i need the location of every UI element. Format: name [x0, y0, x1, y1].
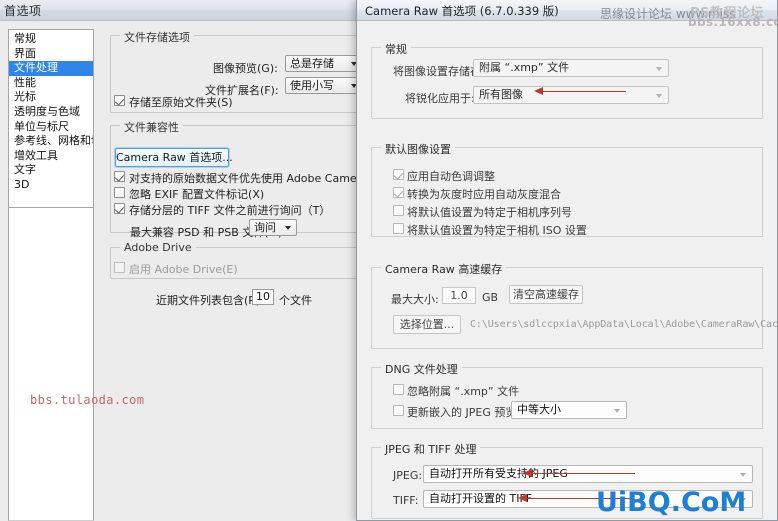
chevron-down-icon — [285, 226, 291, 230]
arrow-shaft — [525, 498, 630, 500]
auto-grayscale-mix-checkbox[interactable] — [393, 187, 404, 198]
max-compatibility-dropdown[interactable]: 询问 — [249, 219, 297, 236]
craw-dng-title: DNG 文件处理 — [381, 361, 462, 377]
jpeg-handling-label: JPEG: — [393, 469, 423, 482]
ignore-exif-checkbox[interactable] — [114, 187, 125, 198]
embedded-jpeg-size-dropdown[interactable]: 中等大小 — [511, 401, 627, 419]
ignore-sidecar-xmp-checkbox[interactable] — [393, 384, 404, 395]
file-compatibility-title: 文件兼容性 — [120, 119, 183, 135]
defaults-camera-iso-label: 将默认值设置为特定于相机 ISO 设置 — [407, 224, 587, 237]
cache-size-unit-label: GB — [482, 291, 499, 304]
embedded-jpeg-size-value: 中等大小 — [517, 403, 561, 416]
defaults-camera-serial-label: 将默认值设置为特定于相机序列号 — [407, 206, 572, 219]
craw-cache-group: Camera Raw 高速缓存 — [371, 261, 763, 349]
enable-adobe-drive-label: 启用 Adobe Drive(E) — [129, 263, 238, 276]
chevron-down-icon — [656, 67, 662, 71]
file-saving-options-title: 文件存储选项 — [120, 29, 194, 45]
enable-adobe-drive-checkbox[interactable] — [114, 262, 125, 273]
sidebar-item-guides-grid-slices[interactable]: 参考线、网格和切片 — [9, 134, 93, 149]
file-extension-dropdown[interactable]: 使用小写 — [285, 77, 363, 94]
sidebar-item-3d[interactable]: 3D — [9, 178, 93, 193]
preferences-sidebar-filler — [8, 208, 94, 521]
tiff-handling-label: TIFF: — [393, 494, 419, 507]
apply-sharpening-label: 将锐化应用于: — [405, 92, 475, 105]
camera-raw-preferences-dialog: Camera Raw 首选项 (6.7.0.339 版) 常规 将图像设置存储在… — [356, 0, 778, 521]
max-cache-size-input[interactable]: 1.0 — [442, 287, 476, 304]
camera-raw-titlebar: Camera Raw 首选项 (6.7.0.339 版) — [357, 0, 777, 21]
tiff-handling-value: 自动打开设置的 TIFF — [429, 492, 533, 505]
sidebar-item-transparency-gamut[interactable]: 透明度与色域 — [9, 105, 93, 120]
save-in-original-folder-label: 存储至原始文件夹(S) — [129, 96, 233, 109]
defaults-camera-iso-checkbox[interactable] — [393, 223, 404, 234]
max-compatibility-value: 询问 — [254, 221, 276, 234]
save-in-original-folder-checkbox[interactable] — [114, 95, 125, 106]
file-extension-value: 使用小写 — [290, 79, 334, 92]
camera-raw-body: 常规 将图像设置存储在: 附属 “.xmp” 文件 将锐化应用于: 所有图像 默… — [357, 21, 778, 520]
update-embedded-jpeg-checkbox[interactable] — [393, 405, 404, 416]
craw-cache-title: Camera Raw 高速缓存 — [381, 261, 507, 277]
sidebar-item-file-handling[interactable]: 文件处理 — [9, 61, 93, 76]
camera-raw-preferences-button[interactable]: Camera Raw 首选项... — [115, 148, 233, 167]
craw-general-title: 常规 — [381, 41, 411, 57]
annotation-arrow-sharpening — [534, 87, 626, 96]
image-preview-label: 图像预览(G): — [213, 62, 278, 75]
auto-grayscale-mix-label: 转换为灰度时应用自动灰度混合 — [407, 188, 561, 201]
preferences-category-list[interactable]: 常规 界面 文件处理 性能 光标 透明度与色域 单位与标尺 参考线、网格和切片 … — [8, 29, 94, 208]
sidebar-item-performance[interactable]: 性能 — [9, 76, 93, 91]
annotation-arrow-jpeg — [523, 469, 635, 478]
chevron-down-icon — [614, 409, 620, 413]
save-image-settings-dropdown[interactable]: 附属 “.xmp” 文件 — [473, 59, 669, 77]
chevron-down-icon — [656, 94, 662, 98]
craw-jpeg-tiff-title: JPEG 和 TIFF 处理 — [381, 441, 481, 457]
adobe-drive-title: Adobe Drive — [120, 241, 196, 254]
sidebar-item-plugins[interactable]: 增效工具 — [9, 149, 93, 164]
select-cache-location-button[interactable]: 选择位置... — [393, 315, 461, 334]
save-image-settings-value: 附属 “.xmp” 文件 — [479, 61, 570, 74]
apply-sharpening-value: 所有图像 — [479, 88, 523, 101]
auto-tone-label: 应用自动色调调整 — [407, 170, 495, 183]
camera-raw-dialog-title: Camera Raw 首选项 (6.7.0.339 版) — [365, 4, 559, 18]
sidebar-item-type[interactable]: 文字 — [9, 163, 93, 178]
sidebar-item-cursors[interactable]: 光标 — [9, 90, 93, 105]
chevron-down-icon — [740, 473, 746, 477]
preferences-title: 首选项 — [4, 4, 42, 18]
defaults-camera-serial-checkbox[interactable] — [393, 205, 404, 216]
save-image-settings-label: 将图像设置存储在: — [393, 65, 485, 78]
craw-default-image-settings-title: 默认图像设置 — [381, 141, 455, 157]
ignore-exif-label: 忽略 EXIF 配置文件标记(X) — [129, 188, 265, 201]
ask-before-saving-tiff-checkbox[interactable] — [114, 203, 125, 214]
image-preview-value: 总是存储 — [290, 57, 334, 70]
craw-jpeg-tiff-group: JPEG 和 TIFF 处理 — [371, 441, 763, 519]
image-preview-dropdown[interactable]: 总是存储 — [285, 55, 363, 72]
sidebar-item-units-rulers[interactable]: 单位与标尺 — [9, 120, 93, 135]
update-embedded-jpeg-label: 更新嵌入的 JPEG 预览: — [407, 406, 521, 419]
chevron-down-icon — [740, 498, 746, 502]
arrow-shaft — [541, 91, 626, 93]
ask-before-saving-tiff-label: 存储分层的 TIFF 文件之前进行询问（T） — [129, 204, 331, 217]
craw-cache-title-prefix: Camera Raw — [385, 263, 455, 276]
cache-path-text: C:\Users\sdlccpxia\AppData\Local\Adobe\C… — [470, 319, 778, 330]
auto-tone-checkbox[interactable] — [393, 169, 404, 180]
arrow-shaft — [530, 473, 635, 475]
ignore-sidecar-xmp-label: 忽略附属 “.xmp” 文件 — [407, 385, 520, 398]
recent-file-count-input[interactable]: 10 — [252, 289, 274, 305]
max-cache-size-label: 最大大小: — [391, 293, 439, 306]
recent-file-list-label: 近期文件列表包含(R): — [156, 294, 264, 307]
prefer-camera-raw-checkbox[interactable] — [114, 171, 125, 182]
annotation-arrow-tiff — [518, 494, 630, 503]
purge-cache-button[interactable]: 清空高速缓存 — [509, 285, 583, 304]
sidebar-item-general[interactable]: 常规 — [9, 32, 93, 47]
recent-file-suffix-label: 个文件 — [279, 294, 312, 307]
craw-general-group: 常规 — [371, 41, 763, 119]
sidebar-item-interface[interactable]: 界面 — [9, 47, 93, 62]
craw-cache-title-suffix: 高速缓存 — [458, 263, 503, 276]
